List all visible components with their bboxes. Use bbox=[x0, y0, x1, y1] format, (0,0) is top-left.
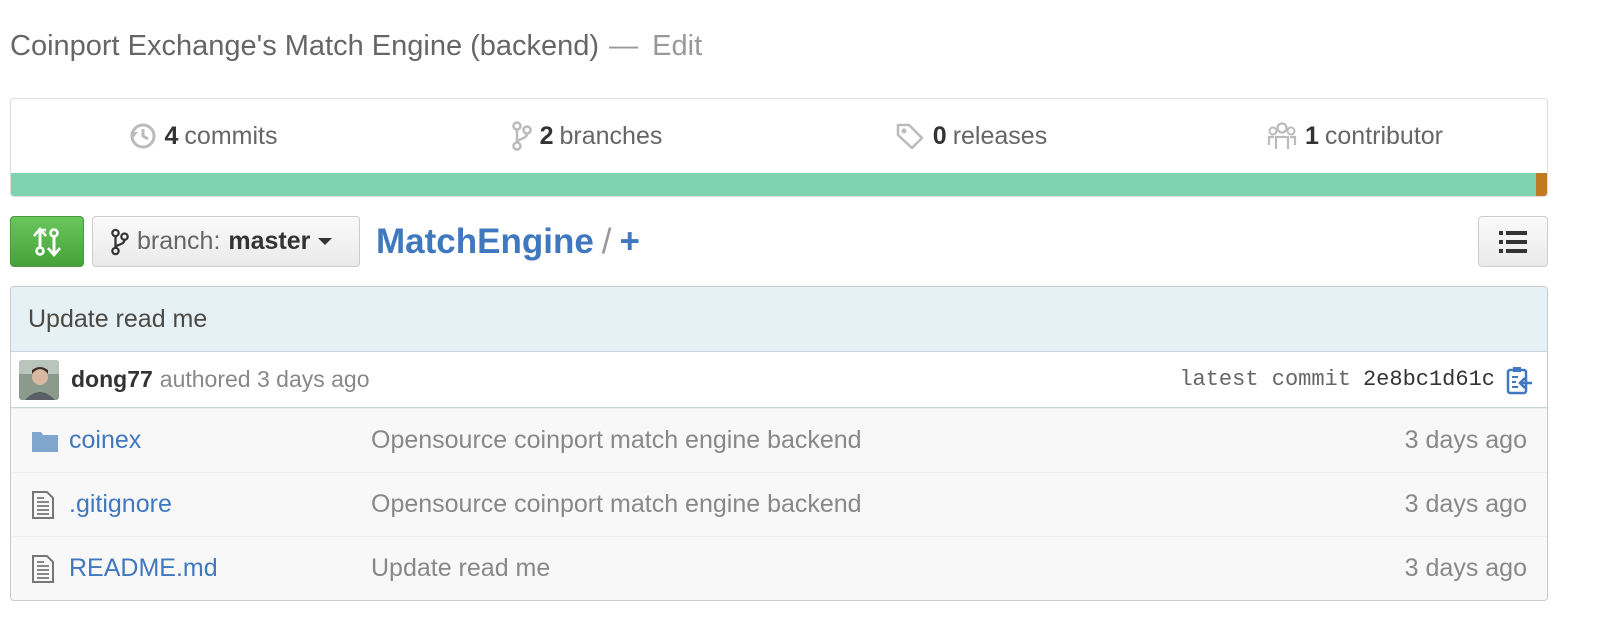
chevron-down-icon bbox=[318, 238, 333, 245]
folder-icon bbox=[11, 429, 69, 453]
commit-time: authored 3 days ago bbox=[159, 366, 370, 392]
branch-icon bbox=[511, 121, 532, 151]
tag-icon bbox=[896, 123, 924, 150]
file-age: 3 days ago bbox=[1404, 426, 1527, 454]
commit-sha-link[interactable]: 2e8bc1d61c bbox=[1363, 367, 1495, 392]
file-name-link[interactable]: .gitignore bbox=[69, 490, 371, 519]
branch-prefix: branch: bbox=[137, 227, 221, 255]
compare-button[interactable] bbox=[10, 216, 84, 267]
breadcrumb-repo-link[interactable]: MatchEngine bbox=[376, 222, 594, 261]
file-text-icon bbox=[11, 554, 69, 584]
repo-description-bar: Coinport Exchange's Match Engine (backen… bbox=[10, 30, 702, 63]
breadcrumb: MatchEngine / + bbox=[376, 222, 640, 262]
stat-releases[interactable]: 0 releases bbox=[779, 99, 1163, 173]
compare-icon bbox=[33, 226, 61, 257]
stat-branches[interactable]: 2 branches bbox=[395, 99, 779, 173]
file-commit-message[interactable]: Opensource coinport match engine backend bbox=[371, 426, 1397, 455]
organization-icon bbox=[1267, 122, 1297, 149]
list-icon bbox=[1499, 230, 1527, 253]
commit-author[interactable]: dong77 bbox=[71, 366, 153, 393]
description-dash: — bbox=[609, 30, 639, 62]
branches-count: 2 bbox=[539, 121, 554, 150]
latest-commit-label: latest commit bbox=[1179, 367, 1351, 392]
language-segment bbox=[1536, 173, 1547, 196]
language-segment bbox=[11, 173, 1537, 196]
edit-description-link[interactable]: Edit bbox=[652, 30, 702, 62]
commit-message: Update read me bbox=[28, 304, 208, 333]
file-name-link[interactable]: README.md bbox=[69, 554, 371, 583]
commit-meta: dong77 authored 3 days ago latest commit… bbox=[11, 352, 1547, 408]
file-age: 3 days ago bbox=[1404, 490, 1527, 518]
clippy-icon[interactable] bbox=[1505, 365, 1533, 395]
file-row[interactable]: .gitignore Opensource coinport match eng… bbox=[11, 472, 1547, 536]
file-row[interactable]: README.md Update read me 3 days ago bbox=[11, 536, 1547, 600]
repo-summary: 4 commits 2 branches 0 releases 1 contri… bbox=[10, 98, 1548, 197]
file-navigation: Update read me dong77 authored 3 days ag… bbox=[10, 286, 1548, 601]
branch-icon bbox=[111, 228, 129, 255]
commits-count: 4 bbox=[164, 121, 179, 150]
commit-title[interactable]: Update read me bbox=[11, 287, 1547, 352]
avatar[interactable] bbox=[19, 359, 59, 400]
stat-commits[interactable]: 4 commits bbox=[11, 99, 395, 173]
releases-count: 0 bbox=[932, 121, 947, 150]
breadcrumb-separator: / bbox=[601, 222, 612, 261]
file-commit-message[interactable]: Update read me bbox=[371, 554, 1397, 583]
contributors-count: 1 bbox=[1304, 121, 1319, 150]
file-commit-message[interactable]: Opensource coinport match engine backend bbox=[371, 490, 1397, 519]
releases-label: releases bbox=[952, 121, 1048, 150]
add-file-button[interactable]: + bbox=[620, 222, 640, 261]
list-view-button[interactable] bbox=[1478, 216, 1548, 267]
branch-name: master bbox=[228, 227, 311, 255]
file-name-link[interactable]: coinex bbox=[69, 426, 371, 455]
language-bar[interactable] bbox=[11, 173, 1547, 196]
commits-label: commits bbox=[184, 121, 278, 150]
file-age: 3 days ago bbox=[1404, 554, 1527, 582]
file-row[interactable]: coinex Opensource coinport match engine … bbox=[11, 408, 1547, 472]
latest-commit: latest commit 2e8bc1d61c bbox=[1179, 367, 1495, 392]
branch-select-button[interactable]: branch: master bbox=[92, 216, 360, 267]
history-icon bbox=[129, 123, 156, 149]
repo-description: Coinport Exchange's Match Engine (backen… bbox=[10, 30, 600, 62]
contributors-label: contributor bbox=[1324, 121, 1444, 150]
file-text-icon bbox=[11, 490, 69, 520]
branches-label: branches bbox=[559, 121, 663, 150]
stat-contributors[interactable]: 1 contributor bbox=[1163, 99, 1547, 173]
